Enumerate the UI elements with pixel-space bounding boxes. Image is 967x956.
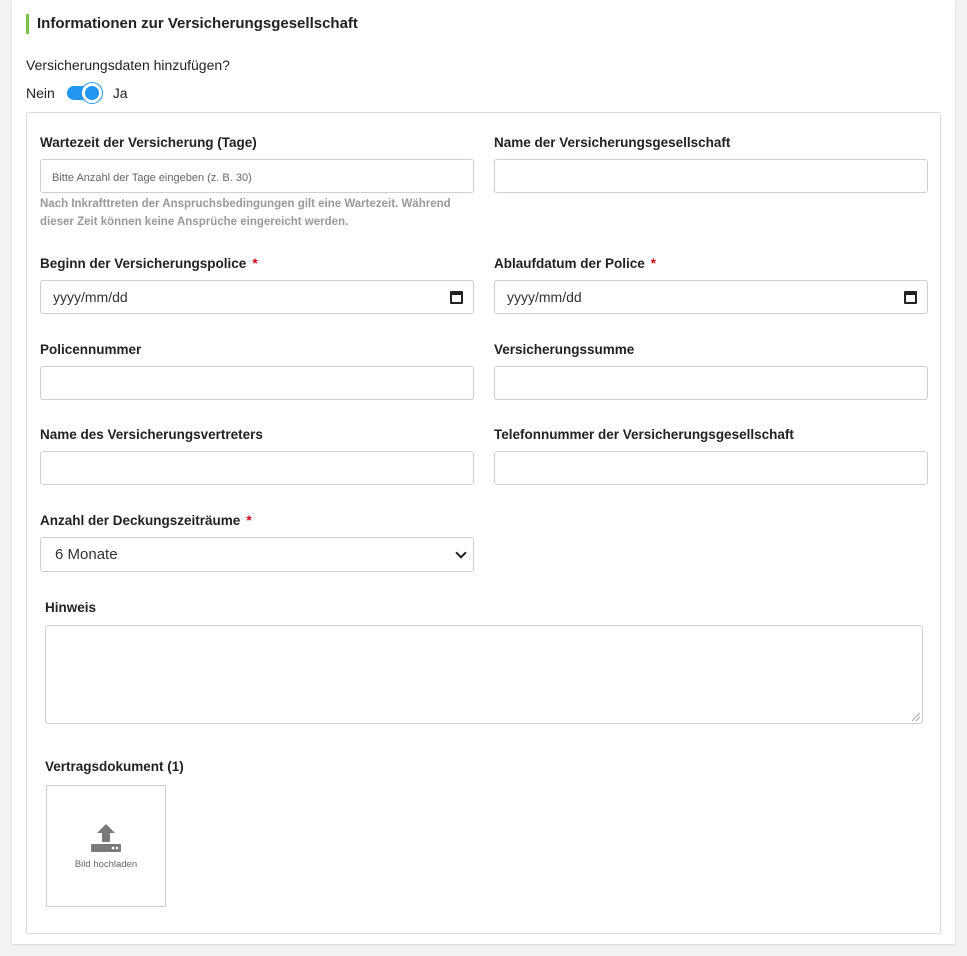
policy-start-label-text: Beginn der Versicherungspolice <box>40 256 247 271</box>
waiting-period-input[interactable] <box>40 159 474 193</box>
required-asterisk: * <box>252 256 258 271</box>
calendar-icon[interactable] <box>904 290 917 304</box>
sum-insured-label: Versicherungssumme <box>494 342 635 357</box>
required-asterisk: * <box>246 513 252 528</box>
calendar-icon[interactable] <box>450 290 463 304</box>
coverage-periods-selected: 6 Monate <box>55 546 118 563</box>
add-insurance-question: Versicherungsdaten hinzufügen? <box>26 57 230 73</box>
insurance-data-toggle[interactable] <box>66 83 102 103</box>
company-phone-label: Telefonnummer der Versicherungsgesellsch… <box>494 427 794 442</box>
resize-handle[interactable] <box>912 713 920 721</box>
policy-end-label-text: Ablaufdatum der Police <box>494 256 645 271</box>
insurance-card: Informationen zur Versicherungsgesellsch… <box>12 0 955 944</box>
sum-insured-input[interactable] <box>494 366 928 400</box>
required-asterisk: * <box>650 256 657 271</box>
upload-image-button[interactable]: Bild hochladen <box>46 785 166 907</box>
waiting-period-label: Wartezeit der Versicherung (Tage) <box>40 135 257 150</box>
note-label: Hinweis <box>45 600 97 615</box>
date-placeholder: yyyy/mm/dd <box>507 289 582 305</box>
coverage-periods-label: Anzahl der Deckungszeiträume * <box>40 513 252 528</box>
policy-end-label: Ablaufdatum der Police * <box>494 256 656 271</box>
date-placeholder: yyyy/mm/dd <box>53 289 128 305</box>
agent-name-label: Name des Versicherungsvertreters <box>40 427 263 442</box>
section-title: Informationen zur Versicherungsgesellsch… <box>26 14 358 34</box>
company-phone-input[interactable] <box>494 451 928 485</box>
toggle-off-label: Nein <box>26 85 55 101</box>
upload-icon <box>91 823 121 852</box>
policy-end-date-input[interactable]: yyyy/mm/dd <box>494 280 928 314</box>
insurance-toggle-row: Nein Ja <box>26 82 128 104</box>
policy-start-date-input[interactable]: yyyy/mm/dd <box>40 280 474 314</box>
coverage-periods-select[interactable]: 6 Monate <box>40 537 474 572</box>
policy-number-label: Policennummer <box>40 342 142 357</box>
waiting-period-help: Nach Inkrafttreten der Anspruchsbedingun… <box>40 198 451 228</box>
policy-start-label: Beginn der Versicherungspolice * <box>40 256 258 271</box>
toggle-on-label: Ja <box>112 85 128 101</box>
chevron-down-icon <box>455 546 467 559</box>
contract-document-label: Vertragsdokument (1) <box>45 759 184 774</box>
toggle-knob <box>81 83 102 103</box>
note-textarea[interactable] <box>45 625 923 724</box>
upload-label: Bild hochladen <box>74 858 138 870</box>
company-name-label: Name der Versicherungsgesellschaft <box>494 135 731 150</box>
coverage-periods-label-text: Anzahl der Deckungszeiträume <box>40 513 241 528</box>
policy-number-input[interactable] <box>40 366 474 400</box>
insurance-form-panel: Wartezeit der Versicherung (Tage) Nach I… <box>26 112 941 934</box>
agent-name-input[interactable] <box>40 451 474 485</box>
company-name-input[interactable] <box>494 159 928 193</box>
